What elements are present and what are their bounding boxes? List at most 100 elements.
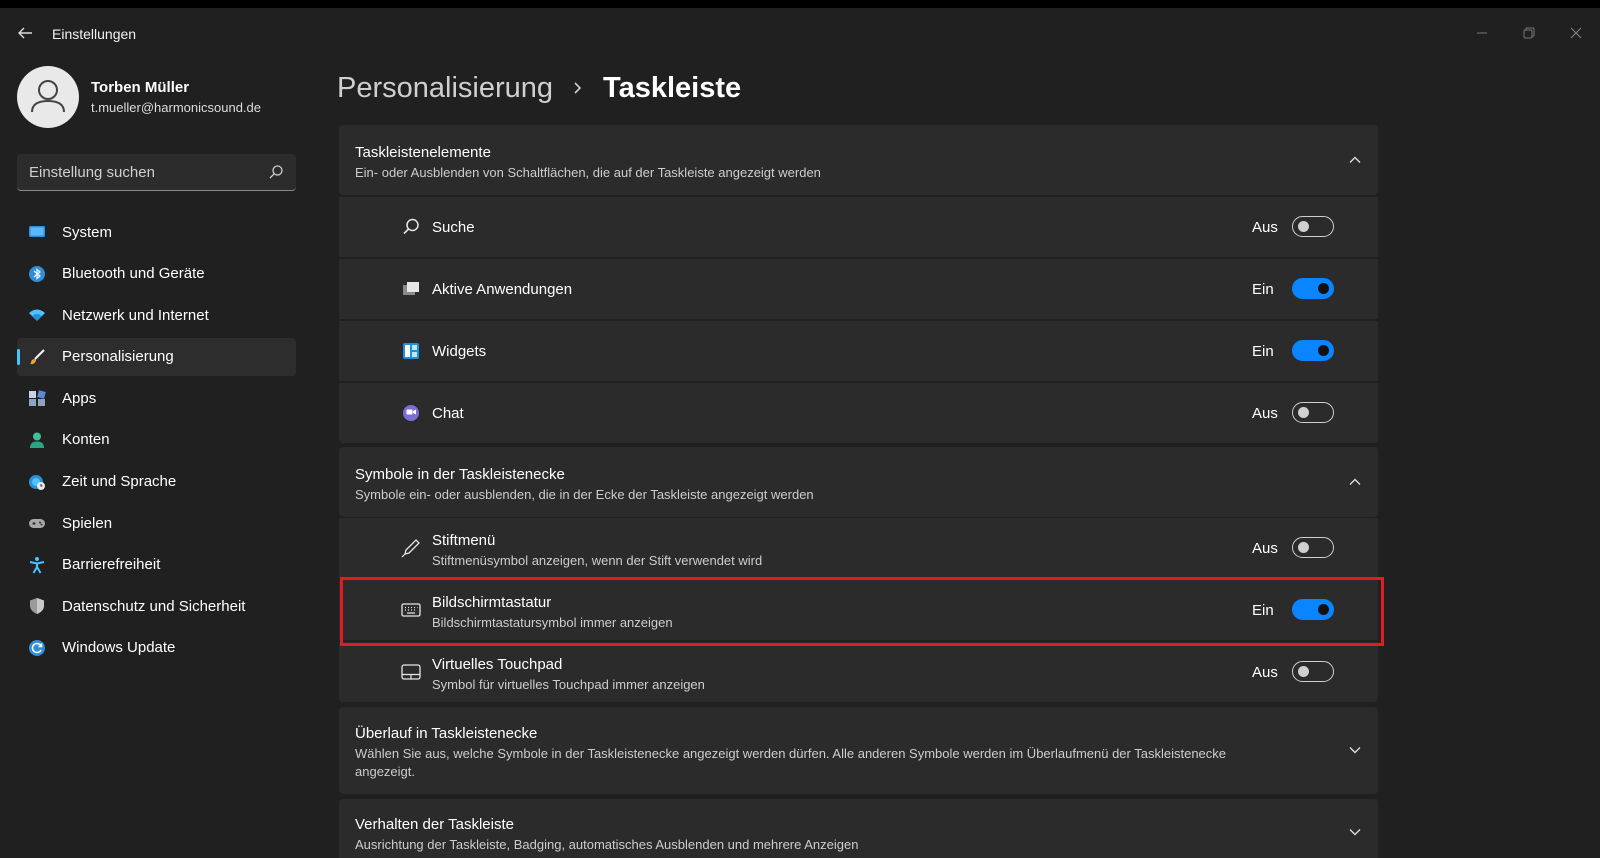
- sidebar-item-windows-update[interactable]: Windows Update: [17, 629, 296, 667]
- row-label: Stiftmenü: [432, 532, 496, 549]
- row-description: Bildschirmtastatursymbol immer anzeigen: [432, 615, 673, 630]
- gamepad-icon: [29, 519, 45, 529]
- sidebar-item-personalization[interactable]: Personalisierung: [17, 337, 296, 376]
- globe-clock-icon: [29, 474, 45, 490]
- row-label: Bildschirmtastatur: [432, 594, 552, 611]
- wifi-icon: [29, 309, 45, 322]
- sidebar-item-system[interactable]: System: [17, 213, 296, 251]
- sidebar-item-label: System: [62, 223, 113, 241]
- touch-keyboard-toggle[interactable]: [1292, 599, 1334, 620]
- shield-icon: [30, 598, 44, 615]
- toggle-knob: [1318, 345, 1329, 356]
- sidebar-item-label: Spielen: [62, 514, 113, 532]
- search-box: [17, 154, 296, 191]
- section-corner-overflow[interactable]: Überlauf in Taskleistenecke Wählen Sie a…: [339, 707, 1378, 794]
- sidebar-item-accounts[interactable]: Konten: [17, 421, 296, 459]
- sidebar-item-label: Personalisierung: [62, 348, 174, 366]
- section-taskbar-items-header[interactable]: Taskleistenelemente Ein- oder Ausblenden…: [339, 125, 1378, 195]
- toggle-state-label: Aus: [1252, 405, 1278, 422]
- section-taskbar-behavior[interactable]: Verhalten der Taskleiste Ausrichtung der…: [339, 799, 1378, 858]
- breadcrumb-parent[interactable]: Personalisierung: [337, 72, 553, 105]
- account-icon: [30, 432, 44, 448]
- sidebar-item-label: Barrierefreiheit: [62, 556, 161, 574]
- avatar[interactable]: [17, 66, 79, 128]
- user-email: t.mueller@harmonicsound.de: [91, 100, 262, 115]
- page-title: Taskleiste: [603, 71, 742, 104]
- pen-menu-toggle[interactable]: [1292, 537, 1334, 558]
- toggle-knob: [1298, 542, 1309, 553]
- row-label: Chat: [432, 405, 464, 422]
- back-arrow-icon: [18, 27, 32, 39]
- system-icon: [29, 226, 45, 237]
- row-description: Stiftmenüsymbol anzeigen, wenn der Stift…: [432, 553, 763, 568]
- toggle-state-label: Aus: [1252, 540, 1278, 557]
- toggle-knob: [1318, 283, 1329, 294]
- section-description: Ausrichtung der Taskleiste, Badging, aut…: [355, 837, 859, 852]
- chat-toggle[interactable]: [1292, 402, 1334, 423]
- task-view-icon: [403, 282, 419, 295]
- close-icon: [1570, 27, 1582, 39]
- corner-item-keyboard-row: Bildschirmtastatur Bildschirmtastatursym…: [339, 580, 1378, 640]
- brush-icon: [30, 349, 45, 364]
- sidebar-item-apps[interactable]: Apps: [17, 379, 296, 417]
- search-icon[interactable]: [268, 164, 284, 180]
- row-label: Suche: [432, 219, 475, 236]
- pen-icon: [401, 539, 420, 558]
- section-corner-icons-header[interactable]: Symbole in der Taskleistenecke Symbole e…: [339, 447, 1378, 517]
- restore-icon: [1523, 27, 1535, 39]
- section-description: Ein- oder Ausblenden von Schaltflächen, …: [355, 165, 821, 180]
- apps-icon: [29, 390, 46, 407]
- app-title: Einstellungen: [52, 26, 137, 42]
- chevron-down-icon[interactable]: [1348, 743, 1362, 757]
- close-button[interactable]: [1556, 18, 1596, 48]
- section-title: Taskleistenelemente: [355, 144, 491, 161]
- toggle-state-label: Ein: [1252, 602, 1274, 619]
- sidebar-item-bluetooth[interactable]: Bluetooth und Geräte: [17, 255, 296, 293]
- taskbar-item-widgets-row: Widgets Ein: [339, 321, 1378, 381]
- row-label: Widgets: [432, 343, 487, 360]
- accessibility-icon: [29, 556, 45, 574]
- taskbar-item-task-view-row: Aktive Anwendungen Ein: [339, 259, 1378, 319]
- window-top-edge: [0, 0, 1600, 8]
- section-description: Wählen Sie aus, welche Symbole in der Ta…: [355, 746, 1227, 779]
- taskbar-item-chat-row: Chat Aus: [339, 383, 1378, 443]
- chevron-up-icon[interactable]: [1348, 475, 1362, 489]
- virtual-touchpad-toggle[interactable]: [1292, 661, 1334, 682]
- sidebar-item-label: Apps: [62, 389, 97, 407]
- keyboard-icon: [401, 603, 421, 617]
- breadcrumb: Personalisierung Taskleiste: [337, 68, 741, 108]
- chat-icon: [403, 405, 419, 421]
- minimize-button[interactable]: [1462, 18, 1502, 48]
- row-label: Aktive Anwendungen: [432, 281, 573, 298]
- section-title: Überlauf in Taskleistenecke: [355, 725, 538, 742]
- toggle-state-label: Aus: [1252, 219, 1278, 236]
- toggle-knob: [1298, 666, 1309, 677]
- sidebar-item-label: Zeit und Sprache: [62, 473, 177, 491]
- sidebar-item-gaming[interactable]: Spielen: [17, 504, 296, 542]
- user-name: Torben Müller: [91, 79, 190, 96]
- corner-item-touchpad-row: Virtuelles Touchpad Symbol für virtuelle…: [339, 642, 1378, 702]
- row-label: Virtuelles Touchpad: [432, 656, 563, 673]
- widgets-toggle[interactable]: [1292, 340, 1334, 361]
- chevron-down-icon[interactable]: [1348, 825, 1362, 839]
- taskbar-item-search-row: Suche Aus: [339, 197, 1378, 257]
- sidebar-item-time-language[interactable]: Zeit und Sprache: [17, 463, 296, 501]
- toggle-knob: [1298, 407, 1309, 418]
- task-view-toggle[interactable]: [1292, 278, 1334, 299]
- search-toggle[interactable]: [1292, 216, 1334, 237]
- chevron-up-icon[interactable]: [1348, 153, 1362, 167]
- back-button[interactable]: [14, 22, 36, 44]
- sidebar-item-accessibility[interactable]: Barrierefreiheit: [17, 546, 296, 584]
- restore-button[interactable]: [1509, 18, 1549, 48]
- sidebar-item-privacy[interactable]: Datenschutz und Sicherheit: [17, 587, 296, 625]
- chevron-right-icon: [574, 82, 582, 94]
- sidebar-item-label: Datenschutz und Sicherheit: [62, 597, 246, 615]
- search-input[interactable]: [17, 154, 257, 190]
- sidebar-item-network[interactable]: Netzwerk und Internet: [17, 296, 296, 334]
- sidebar-nav: System Bluetooth und Geräte Netzwerk und…: [17, 213, 296, 671]
- toggle-state-label: Ein: [1252, 343, 1274, 360]
- row-description: Symbol für virtuelles Touchpad immer anz…: [432, 677, 705, 692]
- corner-item-pen-row: Stiftmenü Stiftmenüsymbol anzeigen, wenn…: [339, 518, 1378, 578]
- section-title: Symbole in der Taskleistenecke: [355, 466, 565, 483]
- sidebar-item-label: Konten: [62, 431, 110, 449]
